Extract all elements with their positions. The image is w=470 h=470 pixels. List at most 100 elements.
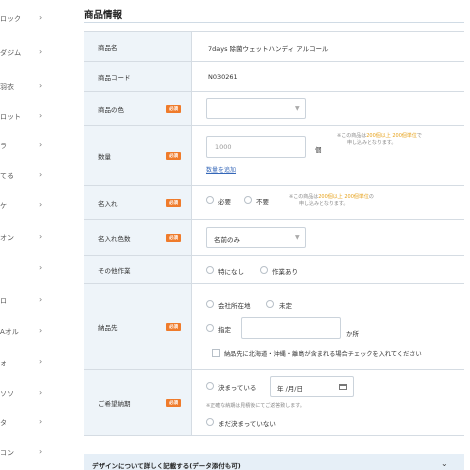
chevron-right-icon: › bbox=[39, 170, 43, 179]
sidebar-item-label: ケ bbox=[0, 202, 7, 210]
sidebar-item-label: オン bbox=[0, 234, 14, 242]
radio-other-yes-label[interactable]: 作業あり bbox=[272, 266, 298, 276]
date-input[interactable]: 年 /月/日 bbox=[270, 376, 354, 397]
sidebar-item[interactable]: ロック › bbox=[0, 11, 56, 29]
title-divider bbox=[84, 22, 464, 23]
add-quantity-link[interactable]: 数量を追加 bbox=[206, 165, 236, 174]
color-select[interactable]: ▼ bbox=[206, 98, 306, 119]
accordion-label: デザインについて詳しく記載する(データ添付も可) bbox=[92, 462, 241, 470]
row-label-cell: 数量 必須 bbox=[84, 126, 192, 185]
radio-date-undecided[interactable] bbox=[206, 418, 214, 426]
radio-print-no-label[interactable]: 不要 bbox=[256, 196, 269, 206]
label-product-color: 商品の色 bbox=[98, 105, 124, 114]
chevron-right-icon: › bbox=[39, 263, 43, 272]
note-line2: 申し込みとなります。 bbox=[347, 140, 397, 147]
required-badge: 必須 bbox=[166, 104, 181, 113]
label-name-print: 名入れ bbox=[98, 199, 118, 208]
row-label-cell: 商品の色 必須 bbox=[84, 92, 192, 125]
sidebar-item[interactable]: ロ › bbox=[0, 293, 56, 311]
note-highlight: 200個以上 200個単位 bbox=[366, 133, 417, 139]
note-suffix: の bbox=[368, 194, 374, 200]
radio-date-decided[interactable] bbox=[206, 382, 214, 390]
sidebar-item[interactable]: Aオル › bbox=[0, 324, 56, 342]
sidebar-item[interactable]: ロット › bbox=[0, 109, 56, 127]
note-prefix: ※この商品は bbox=[337, 133, 367, 139]
sidebar-item[interactable]: ォ › bbox=[0, 355, 56, 373]
section-title: 商品情報 bbox=[84, 10, 123, 21]
chevron-right-icon: › bbox=[39, 200, 43, 209]
note-prefix: ※この商品は bbox=[289, 194, 319, 200]
radio-delivery-specify-label[interactable]: 指定 bbox=[218, 324, 231, 334]
sidebar-item[interactable]: 羽衣 › bbox=[0, 79, 56, 97]
date-note: ※正確な納期は見積後にてご返答致します。 bbox=[206, 403, 305, 409]
radio-delivery-undecided[interactable] bbox=[266, 300, 274, 308]
remote-area-checkbox[interactable] bbox=[212, 349, 220, 357]
chevron-right-icon: › bbox=[39, 447, 43, 456]
row-product-color: 商品の色 必須 ▼ bbox=[84, 92, 464, 126]
chevron-right-icon: › bbox=[39, 388, 43, 397]
sidebar-item-label: ォ bbox=[0, 359, 7, 367]
row-desired-date: ご希望納期 必須 決まっている 年 /月/日 ※正確な納期は見積後にてご返答致しま… bbox=[84, 370, 464, 436]
chevron-right-icon: › bbox=[39, 81, 43, 90]
delivery-count-input[interactable] bbox=[241, 317, 341, 339]
chevron-right-icon: › bbox=[39, 13, 43, 22]
chevron-down-icon: ▼ bbox=[295, 234, 300, 241]
sidebar-item[interactable]: › bbox=[0, 261, 56, 279]
chevron-right-icon: › bbox=[39, 357, 43, 366]
sidebar-item[interactable]: ケ › bbox=[0, 198, 56, 216]
quantity-unit: 個 bbox=[315, 146, 322, 154]
remote-area-checkbox-label[interactable]: 納品先に北海道・沖縄・離島が含まれる場合チェックを入れてください bbox=[224, 349, 422, 358]
sidebar-item[interactable]: ソソ › bbox=[0, 386, 56, 404]
row-label-cell: 商品名 bbox=[84, 32, 192, 61]
radio-print-no[interactable] bbox=[244, 196, 252, 204]
radio-other-none[interactable] bbox=[206, 266, 214, 274]
radio-delivery-office-label[interactable]: 会社所在地 bbox=[218, 300, 251, 310]
row-other-work: その他作業 特になし 作業あり bbox=[84, 256, 464, 284]
sidebar-item[interactable]: ラ › bbox=[0, 138, 56, 156]
sidebar-item-label: ロット bbox=[0, 113, 21, 121]
sidebar-item-label: コン bbox=[0, 449, 14, 457]
required-badge: 必須 bbox=[166, 322, 181, 331]
row-product-code: 商品コード N030261 bbox=[84, 62, 464, 92]
row-label-cell: 名入れ色数 必須 bbox=[84, 220, 192, 255]
radio-print-yes[interactable] bbox=[206, 196, 214, 204]
radio-other-none-label[interactable]: 特になし bbox=[218, 266, 244, 276]
design-details-accordion[interactable]: デザインについて詳しく記載する(データ添付も可) ⌄ bbox=[84, 454, 464, 470]
sidebar-item-label: てる bbox=[0, 172, 14, 180]
sidebar-item[interactable]: タ › bbox=[0, 415, 56, 433]
radio-delivery-undecided-label[interactable]: 未定 bbox=[279, 300, 292, 310]
chevron-right-icon: › bbox=[39, 232, 43, 241]
required-badge: 必須 bbox=[166, 398, 181, 407]
sidebar-item[interactable]: てる › bbox=[0, 168, 56, 186]
quantity-input[interactable]: 1000 bbox=[206, 136, 306, 158]
print-colors-value: 名前のみ bbox=[214, 236, 240, 244]
product-name-value: 7days 除菌ウェットハンディ アルコール bbox=[208, 45, 329, 53]
note-suffix: で bbox=[416, 133, 422, 139]
chevron-right-icon: › bbox=[39, 326, 43, 335]
label-quantity: 数量 bbox=[98, 152, 111, 161]
radio-other-yes[interactable] bbox=[260, 266, 268, 274]
row-delivery: 納品先 必須 会社所在地 未定 指定 か所 納品先に北海道・沖縄・離島が含まれる場… bbox=[84, 284, 464, 370]
calendar-icon[interactable] bbox=[339, 384, 347, 390]
sidebar-item-label: タ bbox=[0, 419, 7, 427]
label-desired-date: ご希望納期 bbox=[98, 399, 131, 408]
row-print-colors: 名入れ色数 必須 名前のみ ▼ bbox=[84, 220, 464, 256]
category-sidebar: ロック › ダジム › 羽衣 › ロット › ラ › てる › ケ › オン › › ロ › Aオ… bbox=[0, 0, 56, 470]
chevron-right-icon: › bbox=[39, 47, 43, 56]
sidebar-item-label: 羽衣 bbox=[0, 83, 14, 91]
sidebar-item[interactable]: コン › bbox=[0, 445, 56, 463]
label-delivery: 納品先 bbox=[98, 323, 118, 332]
required-badge: 必須 bbox=[166, 233, 181, 242]
label-product-code: 商品コード bbox=[98, 73, 131, 82]
chevron-down-icon: ⌄ bbox=[441, 459, 448, 468]
sidebar-item[interactable]: ダジム › bbox=[0, 45, 56, 63]
radio-print-yes-label[interactable]: 必要 bbox=[218, 196, 231, 206]
print-colors-select[interactable]: 名前のみ ▼ bbox=[206, 227, 306, 248]
radio-date-decided-label[interactable]: 決まっている bbox=[218, 382, 256, 392]
sidebar-item-label: ダジム bbox=[0, 49, 22, 57]
sidebar-item[interactable]: オン › bbox=[0, 230, 56, 248]
radio-date-undecided-label[interactable]: まだ決まっていない bbox=[218, 418, 276, 428]
row-label-cell: 名入れ 必須 bbox=[84, 186, 192, 219]
radio-delivery-office[interactable] bbox=[206, 300, 214, 308]
radio-delivery-specify[interactable] bbox=[206, 324, 214, 332]
